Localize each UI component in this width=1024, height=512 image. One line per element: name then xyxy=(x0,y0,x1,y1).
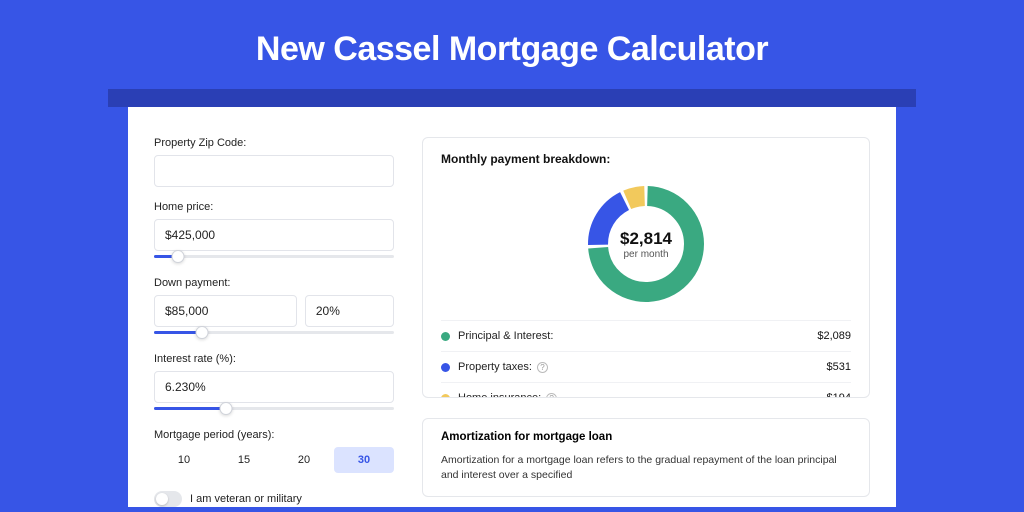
breakdown-card: Monthly payment breakdown: $2,814 per mo… xyxy=(422,137,870,398)
zip-label: Property Zip Code: xyxy=(154,137,394,149)
info-icon[interactable]: ? xyxy=(537,362,548,373)
input-panel: Property Zip Code: Home price: Down paym… xyxy=(154,137,394,497)
down-payment-pct-input[interactable] xyxy=(305,295,394,327)
donut-sub: per month xyxy=(623,249,668,260)
legend-value: $194 xyxy=(827,392,851,398)
amortization-text: Amortization for a mortgage loan refers … xyxy=(441,453,851,485)
interest-label: Interest rate (%): xyxy=(154,353,394,365)
hero: New Cassel Mortgage Calculator xyxy=(0,0,1024,89)
period-label: Mortgage period (years): xyxy=(154,429,394,441)
down-payment-label: Down payment: xyxy=(154,277,394,289)
amortization-title: Amortization for mortgage loan xyxy=(441,431,851,443)
accent-band xyxy=(108,89,916,107)
period-button-20[interactable]: 20 xyxy=(274,447,334,473)
legend-value: $531 xyxy=(827,361,851,373)
period-group: Mortgage period (years): 10152030 xyxy=(154,429,394,473)
legend-dot xyxy=(441,332,450,341)
legend: Principal & Interest:$2,089Property taxe… xyxy=(441,320,851,398)
legend-row: Home insurance:?$194 xyxy=(441,382,851,398)
home-price-slider[interactable] xyxy=(154,249,394,263)
legend-label: Home insurance:? xyxy=(458,392,827,398)
legend-dot xyxy=(441,394,450,398)
donut-center: $2,814 per month xyxy=(584,182,708,306)
zip-field-group: Property Zip Code: xyxy=(154,137,394,187)
legend-label: Principal & Interest: xyxy=(458,330,817,342)
veteran-label: I am veteran or military xyxy=(190,493,302,505)
donut-wrap: $2,814 per month xyxy=(441,176,851,320)
zip-input[interactable] xyxy=(154,155,394,187)
legend-label: Property taxes:? xyxy=(458,361,827,373)
donut-chart: $2,814 per month xyxy=(584,182,708,306)
period-button-30[interactable]: 30 xyxy=(334,447,394,473)
period-buttons: 10152030 xyxy=(154,447,394,473)
info-icon[interactable]: ? xyxy=(546,393,557,398)
interest-group: Interest rate (%): xyxy=(154,353,394,415)
home-price-input[interactable] xyxy=(154,219,394,251)
calculator-card: Property Zip Code: Home price: Down paym… xyxy=(128,107,896,507)
period-button-15[interactable]: 15 xyxy=(214,447,274,473)
veteran-toggle[interactable] xyxy=(154,491,182,507)
interest-slider[interactable] xyxy=(154,401,394,415)
interest-input[interactable] xyxy=(154,371,394,403)
veteran-row: I am veteran or military xyxy=(154,491,394,507)
amortization-card: Amortization for mortgage loan Amortizat… xyxy=(422,418,870,498)
legend-value: $2,089 xyxy=(817,330,851,342)
down-payment-input[interactable] xyxy=(154,295,297,327)
page-title: New Cassel Mortgage Calculator xyxy=(0,30,1024,69)
legend-row: Property taxes:?$531 xyxy=(441,351,851,382)
period-button-10[interactable]: 10 xyxy=(154,447,214,473)
breakdown-title: Monthly payment breakdown: xyxy=(441,152,851,166)
donut-amount: $2,814 xyxy=(620,229,672,249)
home-price-group: Home price: xyxy=(154,201,394,263)
down-payment-group: Down payment: xyxy=(154,277,394,339)
results-panel: Monthly payment breakdown: $2,814 per mo… xyxy=(422,137,870,497)
home-price-label: Home price: xyxy=(154,201,394,213)
down-payment-slider[interactable] xyxy=(154,325,394,339)
legend-row: Principal & Interest:$2,089 xyxy=(441,320,851,351)
legend-dot xyxy=(441,363,450,372)
